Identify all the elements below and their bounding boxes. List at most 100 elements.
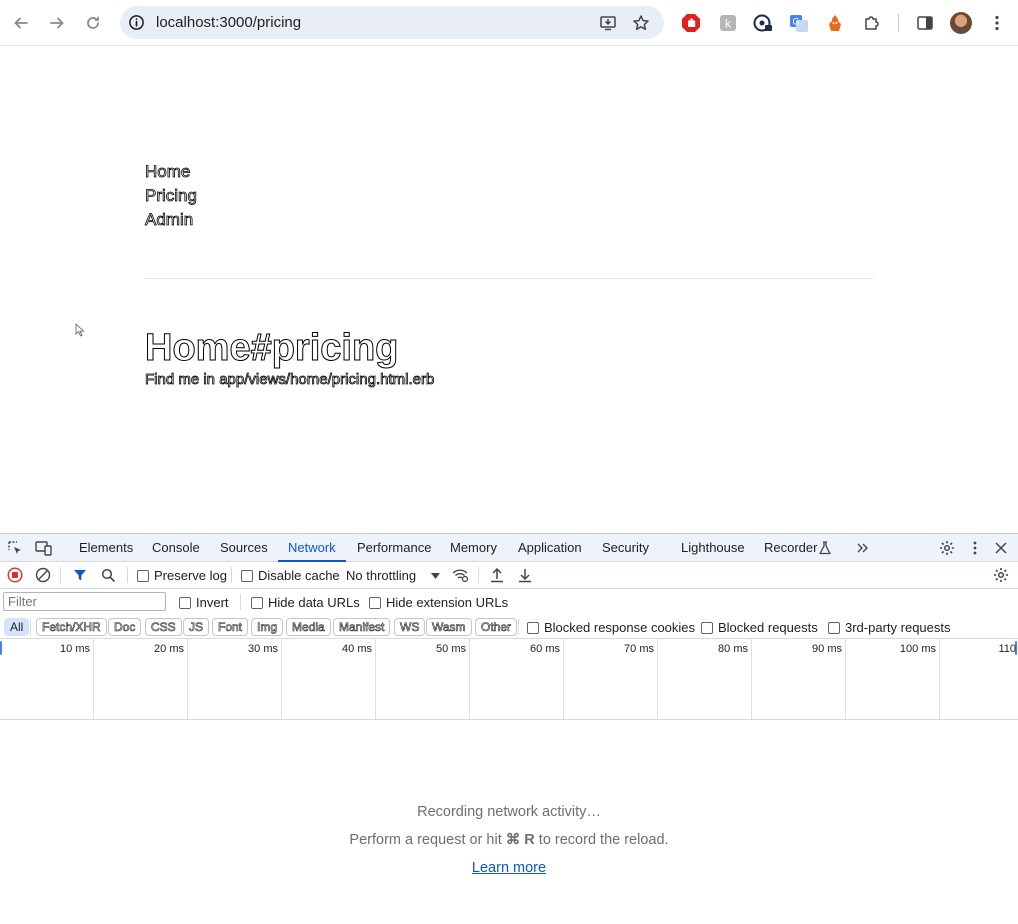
page-title: Home#pricing xyxy=(144,327,399,370)
tab-console[interactable]: Console xyxy=(142,534,210,562)
type-filter-js[interactable]: JS xyxy=(183,618,210,636)
inspect-element-icon[interactable] xyxy=(6,539,24,557)
tab-network[interactable]: Network xyxy=(278,534,346,562)
type-filter-fetch-xhr[interactable]: Fetch/XHR xyxy=(36,618,107,636)
adblock-extension-icon[interactable] xyxy=(681,13,701,33)
blocked-response-cookies-checkbox[interactable]: Blocked response cookies xyxy=(527,620,695,635)
checkbox-box[interactable] xyxy=(251,596,263,609)
type-filter-css[interactable]: CSS xyxy=(145,618,182,636)
timeline-tick: 100 ms xyxy=(846,639,940,719)
type-filter-font[interactable]: Font xyxy=(212,618,249,636)
tab-sources[interactable]: Sources xyxy=(210,534,278,562)
timeline-tick-label: 40 ms xyxy=(342,643,372,655)
filter-funnel-icon[interactable] xyxy=(71,566,89,584)
toolbar-divider xyxy=(478,567,479,583)
install-app-icon[interactable] xyxy=(599,14,617,32)
timeline-tick: 70 ms xyxy=(564,639,658,719)
type-filter-all[interactable]: All xyxy=(4,618,30,636)
tab-lighthouse[interactable]: Lighthouse xyxy=(671,534,755,562)
type-filter-img[interactable]: Img xyxy=(251,618,284,636)
checkbox-box[interactable] xyxy=(179,596,191,609)
kagi-extension-icon[interactable]: k xyxy=(718,13,738,33)
timeline-tick: 110 xyxy=(940,639,1018,719)
network-timeline-overview[interactable]: 10 ms 20 ms 30 ms 40 ms 50 ms 60 ms 70 m… xyxy=(0,639,1018,720)
preserve-log-checkbox[interactable]: Preserve log xyxy=(137,568,227,583)
type-filter-doc[interactable]: Doc xyxy=(108,618,142,636)
fox-extension-icon[interactable] xyxy=(825,13,845,33)
checkbox-box[interactable] xyxy=(828,621,840,634)
invert-checkbox[interactable]: Invert xyxy=(179,595,229,610)
throttling-value: No throttling xyxy=(346,568,417,583)
back-button[interactable] xyxy=(8,10,34,36)
tab-application[interactable]: Application xyxy=(508,534,592,562)
hide-data-urls-checkbox[interactable]: Hide data URLs xyxy=(251,595,360,610)
timeline-tick: 50 ms xyxy=(376,639,470,719)
import-har-upload-icon[interactable] xyxy=(488,566,506,584)
record-stop-icon[interactable] xyxy=(6,566,24,584)
reload-button[interactable] xyxy=(80,10,106,36)
type-filter-ws[interactable]: WS xyxy=(394,618,426,636)
side-panel-icon[interactable] xyxy=(915,13,935,33)
filter-input[interactable] xyxy=(3,592,166,611)
divider xyxy=(145,278,873,279)
nav-link-home[interactable]: Home xyxy=(145,160,197,184)
password-manager-extension-icon[interactable] xyxy=(753,13,773,33)
close-devtools-icon[interactable] xyxy=(992,539,1010,557)
address-bar[interactable]: localhost:3000/pricing xyxy=(120,6,664,39)
type-filter-wasm[interactable]: Wasm xyxy=(426,618,472,636)
tab-performance[interactable]: Performance xyxy=(347,534,441,562)
translate-extension-icon[interactable]: G xyxy=(789,13,809,33)
timeline-tick: 90 ms xyxy=(752,639,846,719)
checkbox-box[interactable] xyxy=(701,621,713,634)
site-info-icon[interactable] xyxy=(128,14,145,31)
svg-text:k: k xyxy=(725,17,732,31)
learn-more-container: Learn more xyxy=(0,860,1018,876)
reload-icon xyxy=(87,16,99,29)
filter-row: Invert Hide data URLs Hide extension URL… xyxy=(0,589,1018,614)
tab-memory[interactable]: Memory xyxy=(440,534,507,562)
tab-security[interactable]: Security xyxy=(592,534,659,562)
hide-extension-urls-checkbox[interactable]: Hide extension URLs xyxy=(369,595,508,610)
disable-cache-checkbox[interactable]: Disable cache xyxy=(241,568,340,583)
search-icon[interactable] xyxy=(99,566,117,584)
site-nav: Home Pricing Admin xyxy=(145,160,198,232)
checkbox-box[interactable] xyxy=(369,596,381,609)
toolbar-divider xyxy=(240,594,241,610)
page-content: Home Pricing Admin Home#pricing Find me … xyxy=(0,47,1018,533)
type-filter-media[interactable]: Media xyxy=(286,618,331,636)
third-party-requests-checkbox[interactable]: 3rd-party requests xyxy=(828,620,951,635)
extensions-puzzle-icon[interactable] xyxy=(862,13,882,33)
reload-hint-text: Perform a request or hit ⌘ R to record t… xyxy=(0,832,1018,848)
tab-recorder[interactable]: Recorder xyxy=(754,534,827,562)
type-filter-manifest[interactable]: Manifest xyxy=(333,618,391,636)
device-toolbar-icon[interactable] xyxy=(34,539,52,557)
timeline-tick: 80 ms xyxy=(658,639,752,719)
timeline-tick: 20 ms xyxy=(94,639,188,719)
tab-elements[interactable]: Elements xyxy=(69,534,143,562)
throttling-select[interactable]: No throttling xyxy=(346,568,441,583)
svg-text:G: G xyxy=(792,17,799,27)
clear-log-icon[interactable] xyxy=(34,566,52,584)
type-filter-other[interactable]: Other xyxy=(475,618,518,636)
url-text[interactable]: localhost:3000/pricing xyxy=(156,14,301,31)
network-conditions-wifi-icon[interactable] xyxy=(451,566,469,584)
devtools-settings-gear-icon[interactable] xyxy=(938,539,956,557)
learn-more-link[interactable]: Learn more xyxy=(472,860,546,876)
browser-menu-icon[interactable] xyxy=(987,13,1007,33)
more-tabs-chevron-icon[interactable] xyxy=(854,539,872,557)
checkbox-box[interactable] xyxy=(241,569,253,582)
forward-button[interactable] xyxy=(44,10,70,36)
checkbox-box[interactable] xyxy=(137,569,149,582)
timeline-tick-label: 60 ms xyxy=(530,643,560,655)
nav-link-pricing[interactable]: Pricing xyxy=(145,184,198,208)
nav-link-admin[interactable]: Admin xyxy=(145,208,197,232)
blocked-requests-checkbox[interactable]: Blocked requests xyxy=(701,620,818,635)
export-har-download-icon[interactable] xyxy=(516,566,534,584)
bookmark-star-icon[interactable] xyxy=(632,14,650,32)
checkbox-box[interactable] xyxy=(527,621,539,634)
network-settings-gear-icon[interactable] xyxy=(992,566,1010,584)
hide-extension-urls-label: Hide extension URLs xyxy=(386,595,509,610)
devtools-more-options-icon[interactable] xyxy=(966,539,984,557)
timeline-tick-label: 110 xyxy=(998,643,1016,655)
profile-avatar[interactable] xyxy=(950,12,972,34)
